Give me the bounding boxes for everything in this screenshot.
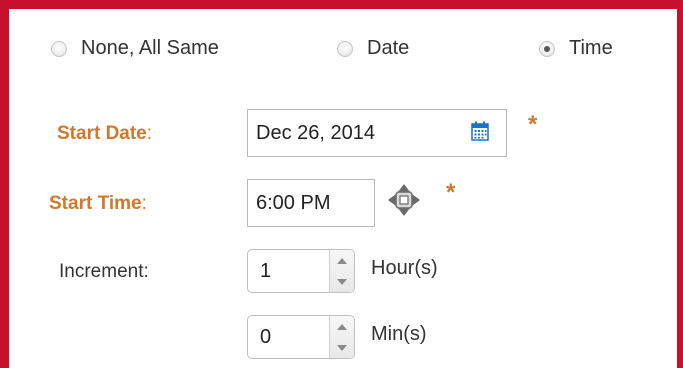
start-time-value: 6:00 PM — [256, 191, 331, 214]
move-arrows-icon[interactable] — [387, 183, 421, 217]
radio-date[interactable]: Date — [337, 37, 409, 60]
minutes-stepper[interactable]: 0 — [247, 315, 355, 359]
calendar-icon[interactable] — [471, 121, 489, 141]
chevron-up-icon — [337, 323, 347, 330]
start-date-required-mark: * — [528, 111, 538, 138]
minutes-unit-label: Min(s) — [371, 323, 427, 345]
chevron-up-icon — [337, 257, 347, 264]
minutes-decrease-button[interactable] — [330, 337, 354, 358]
hours-decrease-button[interactable] — [330, 271, 354, 292]
increment-label: Increment: — [59, 261, 149, 282]
hours-increase-button[interactable] — [330, 250, 354, 271]
radio-label-date: Date — [367, 37, 410, 59]
start-date-label: Start Date: — [57, 123, 153, 144]
start-time-required-mark: * — [446, 179, 456, 206]
radio-button-date[interactable] — [337, 40, 353, 57]
radio-label-time: Time — [569, 37, 613, 59]
chevron-down-icon — [337, 278, 347, 285]
minutes-value[interactable]: 0 — [248, 316, 329, 358]
chevron-down-icon — [337, 344, 347, 351]
start-date-input[interactable]: Dec 26, 2014 — [247, 109, 507, 157]
start-time-label: Start Time: — [49, 193, 147, 214]
radio-button-time[interactable] — [539, 40, 555, 57]
hours-stepper-buttons — [329, 250, 354, 292]
radio-none-all-same[interactable]: None, All Same — [51, 37, 219, 60]
hours-stepper[interactable]: 1 — [247, 249, 355, 293]
radio-label-none: None, All Same — [81, 37, 219, 59]
radio-button-none[interactable] — [51, 40, 67, 57]
minutes-increase-button[interactable] — [330, 316, 354, 337]
start-time-input[interactable]: 6:00 PM — [247, 179, 375, 227]
hours-value[interactable]: 1 — [248, 250, 329, 292]
form-panel: None, All Same Date Time Start Date: Dec… — [0, 0, 683, 368]
minutes-stepper-buttons — [329, 316, 354, 358]
start-date-value: Dec 26, 2014 — [256, 121, 375, 144]
hours-unit-label: Hour(s) — [371, 257, 438, 279]
radio-time[interactable]: Time — [539, 37, 613, 60]
